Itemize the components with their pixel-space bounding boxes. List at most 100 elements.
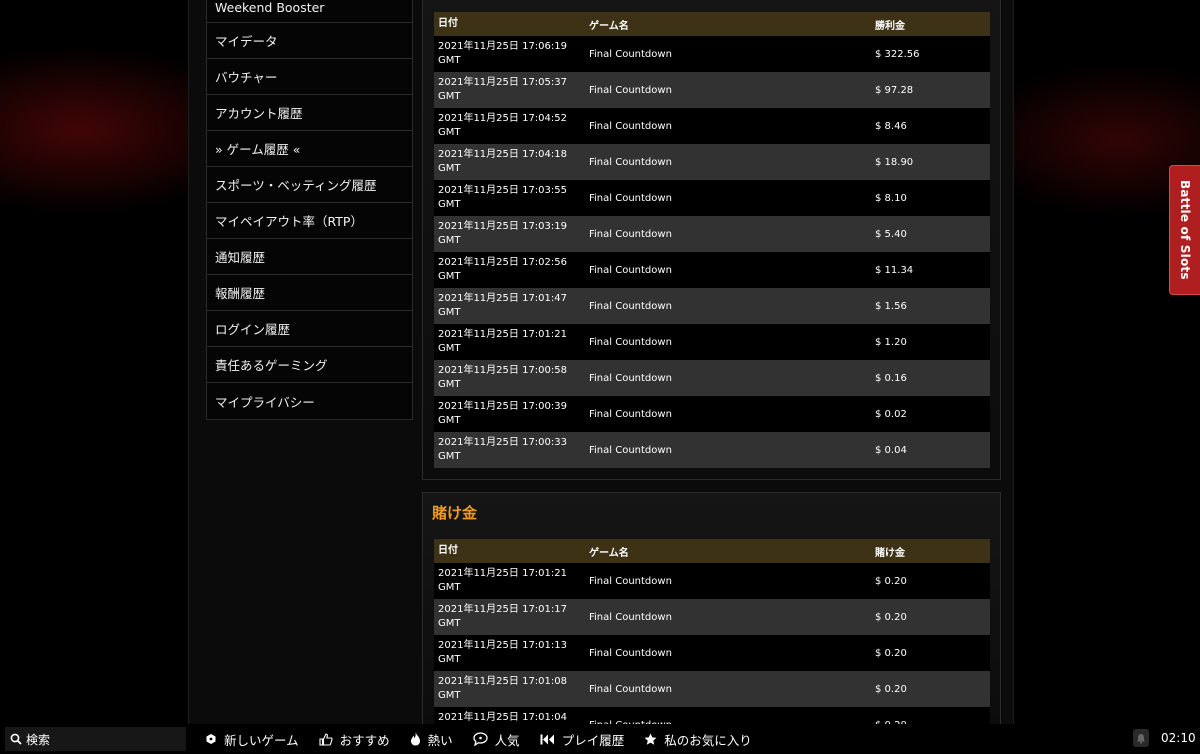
sidebar-item-sports-betting-history[interactable]: スポーツ・ベッティング履歴 bbox=[207, 167, 412, 203]
row-game: Final Countdown bbox=[589, 683, 672, 695]
row-date: 2021年11月25日 17:01:13 GMT bbox=[438, 640, 567, 665]
row-game: Final Countdown bbox=[589, 611, 672, 623]
chat-bubble-icon bbox=[473, 732, 488, 746]
row-date: 2021年11月25日 17:00:58 GMT bbox=[438, 365, 567, 390]
star-icon bbox=[644, 733, 657, 746]
search-input[interactable]: 検索 bbox=[5, 727, 186, 751]
table-row: 2021年11月25日 17:00:39 GMT Final Countdown $… bbox=[434, 396, 990, 432]
nav-hot[interactable]: 熱い bbox=[410, 730, 453, 749]
column-header-winnings: 勝利金 bbox=[875, 20, 905, 32]
row-date: 2021年11月25日 17:03:19 GMT bbox=[438, 221, 567, 246]
search-icon bbox=[10, 733, 22, 745]
row-game: Final Countdown bbox=[589, 192, 672, 204]
table-row: 2021年11月25日 17:01:17 GMT Final Countdown $… bbox=[434, 599, 990, 635]
row-amount: $ 1.20 bbox=[875, 336, 907, 348]
row-amount: $ 8.10 bbox=[875, 192, 907, 204]
sidebar-item-game-history[interactable]: » ゲーム履歴 « bbox=[207, 131, 412, 167]
table-row: 2021年11月25日 17:06:19 GMT Final Countdown $… bbox=[434, 36, 990, 72]
bottom-nav: 新しいゲーム おすすめ 熱い 人気 プレイ履歴 私のお気に入り bbox=[205, 724, 772, 754]
column-header-date: 日付 bbox=[438, 18, 458, 29]
row-amount: $ 1.56 bbox=[875, 300, 907, 312]
row-amount: $ 97.28 bbox=[875, 84, 914, 96]
sidebar-item-account-history[interactable]: アカウント履歴 bbox=[207, 95, 412, 131]
row-amount: $ 0.20 bbox=[875, 647, 907, 659]
nav-popular[interactable]: 人気 bbox=[473, 730, 520, 749]
table-row: 2021年11月25日 17:03:19 GMT Final Countdown $… bbox=[434, 216, 990, 252]
row-date: 2021年11月25日 17:01:21 GMT bbox=[438, 329, 567, 354]
nav-label: 私のお気に入り bbox=[664, 732, 752, 748]
column-header-game: ゲーム名 bbox=[589, 20, 629, 32]
bets-table: 日付 ゲーム名 賭け金 2021年11月25日 17:01:21 GMT Fina… bbox=[434, 539, 990, 743]
sidebar-item-my-rtp[interactable]: マイペイアウト率（RTP） bbox=[207, 203, 412, 239]
row-date: 2021年11月25日 17:01:21 GMT bbox=[438, 568, 567, 593]
row-game: Final Countdown bbox=[589, 156, 672, 168]
row-amount: $ 8.46 bbox=[875, 120, 907, 132]
sidebar-item-label: » ゲーム履歴 « bbox=[215, 142, 301, 157]
sidebar-item-label: Weekend Booster bbox=[215, 0, 325, 15]
row-date: 2021年11月25日 17:01:47 GMT bbox=[438, 293, 567, 318]
row-date: 2021年11月25日 17:04:18 GMT bbox=[438, 149, 567, 174]
rewind-icon bbox=[540, 734, 555, 745]
search-label: 検索 bbox=[26, 732, 51, 747]
sidebar-item-login-history[interactable]: ログイン履歴 bbox=[207, 311, 412, 347]
sidebar-item-label: バウチャー bbox=[215, 70, 278, 85]
nav-label: 熱い bbox=[427, 732, 453, 748]
table-header: 日付 ゲーム名 勝利金 bbox=[434, 12, 990, 36]
table-row: 2021年11月25日 17:01:08 GMT Final Countdown $… bbox=[434, 671, 990, 707]
row-game: Final Countdown bbox=[589, 228, 672, 240]
battle-of-slots-tab[interactable]: Battle of Slots bbox=[1169, 165, 1200, 295]
row-game: Final Countdown bbox=[589, 120, 672, 132]
row-date: 2021年11月25日 17:03:55 GMT bbox=[438, 185, 567, 210]
notification-bell-icon[interactable] bbox=[1133, 729, 1149, 747]
row-amount: $ 0.20 bbox=[875, 611, 907, 623]
sidebar-item-responsible-gaming[interactable]: 責任あるゲーミング bbox=[207, 347, 412, 383]
nav-recommended[interactable]: おすすめ bbox=[319, 730, 390, 749]
table-row: 2021年11月25日 17:05:37 GMT Final Countdown $… bbox=[434, 72, 990, 108]
table-row: 2021年11月25日 17:03:55 GMT Final Countdown $… bbox=[434, 180, 990, 216]
row-date: 2021年11月25日 17:04:52 GMT bbox=[438, 113, 567, 138]
sidebar-item-label: マイデータ bbox=[215, 34, 278, 49]
sidebar-item-weekend-booster[interactable]: Weekend Booster bbox=[207, 0, 412, 23]
table-row: 2021年11月25日 17:02:56 GMT Final Countdown $… bbox=[434, 252, 990, 288]
row-amount: $ 0.20 bbox=[875, 575, 907, 587]
nav-favorites[interactable]: 私のお気に入り bbox=[644, 730, 752, 749]
sidebar-item-label: スポーツ・ベッティング履歴 bbox=[215, 178, 377, 193]
row-amount: $ 0.20 bbox=[875, 683, 907, 695]
row-amount: $ 18.90 bbox=[875, 156, 914, 168]
sidebar-item-label: ログイン履歴 bbox=[215, 322, 291, 337]
table-row: 2021年11月25日 17:00:58 GMT Final Countdown $… bbox=[434, 360, 990, 396]
table-row: 2021年11月25日 17:01:13 GMT Final Countdown $… bbox=[434, 635, 990, 671]
sidebar-item-label: マイペイアウト率（RTP） bbox=[215, 214, 363, 229]
sidebar-item-my-privacy[interactable]: マイプライバシー bbox=[207, 383, 412, 419]
row-amount: $ 322.56 bbox=[875, 48, 920, 60]
nav-play-history[interactable]: プレイ履歴 bbox=[540, 730, 624, 749]
sidebar-item-notification-history[interactable]: 通知履歴 bbox=[207, 239, 412, 275]
sidebar-item-label: 通知履歴 bbox=[215, 250, 266, 265]
bottom-bar: 検索 新しいゲーム おすすめ 熱い 人気 プレイ履歴 私のお気に入り 02:10 bbox=[0, 724, 1200, 754]
side-tab-label: Battle of Slots bbox=[1178, 180, 1192, 280]
nav-label: おすすめ bbox=[339, 732, 390, 748]
sidebar-item-label: 責任あるゲーミング bbox=[215, 358, 328, 373]
row-amount: $ 0.04 bbox=[875, 444, 907, 456]
row-game: Final Countdown bbox=[589, 84, 672, 96]
sidebar-item-reward-history[interactable]: 報酬履歴 bbox=[207, 275, 412, 311]
row-date: 2021年11月25日 17:05:37 GMT bbox=[438, 77, 567, 102]
row-game: Final Countdown bbox=[589, 372, 672, 384]
sidebar-item-my-data[interactable]: マイデータ bbox=[207, 23, 412, 59]
nav-new-games[interactable]: 新しいゲーム bbox=[205, 730, 299, 749]
winnings-panel: 日付 ゲーム名 勝利金 2021年11月25日 17:06:19 GMT Fina… bbox=[422, 0, 1001, 480]
sidebar-item-vouchers[interactable]: バウチャー bbox=[207, 59, 412, 95]
table-row: 2021年11月25日 17:01:21 GMT Final Countdown $… bbox=[434, 563, 990, 599]
row-game: Final Countdown bbox=[589, 264, 672, 276]
column-header-date: 日付 bbox=[438, 545, 458, 556]
row-game: Final Countdown bbox=[589, 336, 672, 348]
sidebar-item-label: マイプライバシー bbox=[215, 394, 315, 410]
table-row: 2021年11月25日 17:01:21 GMT Final Countdown $… bbox=[434, 324, 990, 360]
row-game: Final Countdown bbox=[589, 408, 672, 420]
table-row: 2021年11月25日 17:04:52 GMT Final Countdown $… bbox=[434, 108, 990, 144]
row-date: 2021年11月25日 17:00:39 GMT bbox=[438, 401, 567, 426]
clock: 02:10 bbox=[1161, 731, 1196, 745]
row-game: Final Countdown bbox=[589, 300, 672, 312]
table-header: 日付 ゲーム名 賭け金 bbox=[434, 539, 990, 563]
row-amount: $ 5.40 bbox=[875, 228, 907, 240]
